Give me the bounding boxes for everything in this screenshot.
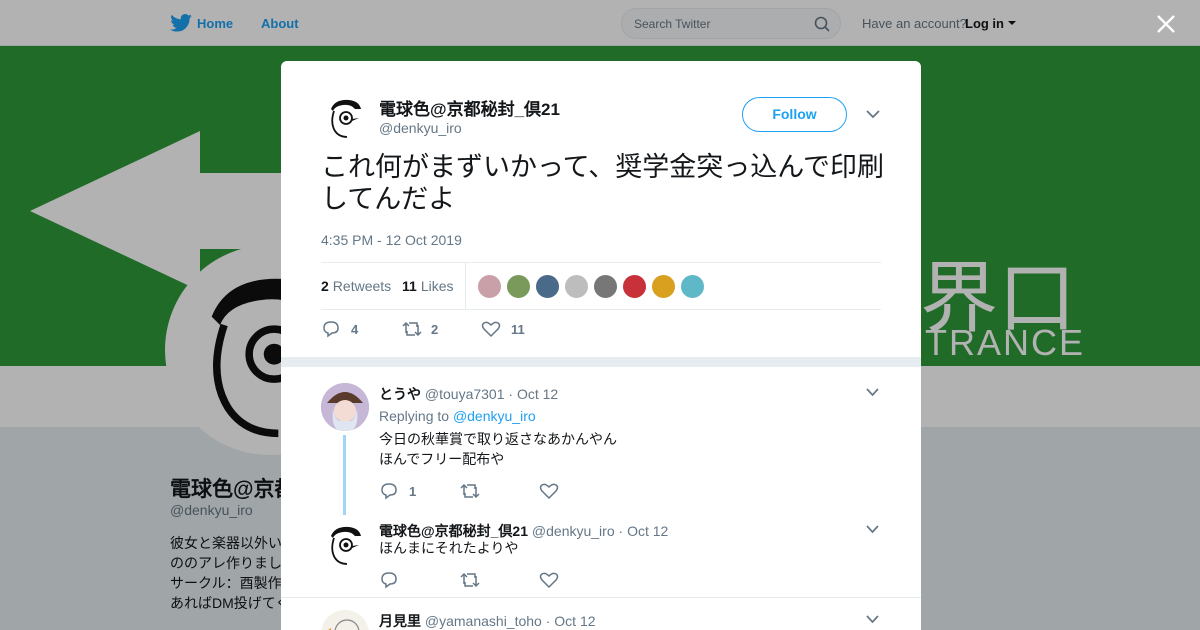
author-avatar[interactable] xyxy=(321,93,369,141)
tweet-modal: 電球色@京都秘封_倶21 @denkyu_iro Follow これ何がまずいか… xyxy=(281,61,921,630)
retweets-label: Retweets xyxy=(332,278,392,294)
chevron-down-icon[interactable] xyxy=(866,109,880,119)
reply-author-name[interactable]: 電球色@京都秘封_倶21 xyxy=(379,523,528,539)
replying-prefix: Replying to xyxy=(379,408,450,424)
replying-to-link[interactable]: @denkyu_iro xyxy=(453,408,536,424)
like-count: 11 xyxy=(511,322,525,337)
reply-icon xyxy=(323,321,339,338)
reply-author-name[interactable]: 月見里 xyxy=(379,613,421,629)
retweet-count: 2 xyxy=(431,322,439,337)
liker-avatar[interactable] xyxy=(564,274,589,299)
liker-avatar[interactable] xyxy=(680,274,705,299)
reply-icon xyxy=(381,572,397,589)
reply-avatar[interactable] xyxy=(321,610,369,630)
reply-author-handle[interactable]: @yamanashi_toho xyxy=(425,613,542,629)
reply-date[interactable]: Oct 12 xyxy=(627,523,668,539)
author-name[interactable]: 電球色@京都秘封_倶21 xyxy=(379,95,560,120)
reply-avatar[interactable] xyxy=(321,383,369,431)
liker-avatar[interactable] xyxy=(535,274,560,299)
tweet-text: これ何がまずいかって、奨学金突っ込んで印刷してんだよ xyxy=(321,152,884,214)
reply-count: 1 xyxy=(409,484,417,499)
retweet-icon xyxy=(460,483,480,499)
reply-dot: · xyxy=(508,386,514,402)
heart-icon xyxy=(539,483,559,500)
reply-dot: · xyxy=(618,523,624,539)
reply-author-name[interactable]: とうや xyxy=(379,386,421,402)
retweets-count: 2 xyxy=(321,278,329,294)
retweets-stat[interactable]: 2 Retweets xyxy=(321,278,391,294)
follow-button[interactable]: Follow xyxy=(742,97,847,132)
reply-text-line: 今日の秋華賞で取り返さなあかんやん xyxy=(379,431,617,447)
reply-date[interactable]: Oct 12 xyxy=(517,386,558,402)
reply-tweet[interactable]: 電球色@京都秘封_倶21 @denkyu_iro · Oct 12 ほんまにそれ… xyxy=(321,520,881,596)
reply-count: 4 xyxy=(351,322,359,337)
close-icon[interactable] xyxy=(1156,14,1176,34)
likes-stat[interactable]: 11 Likes xyxy=(402,278,454,294)
reply-separator xyxy=(281,597,921,598)
retweet-icon xyxy=(402,321,422,337)
tweet-stats: 2 Retweets 11 Likes xyxy=(321,262,881,310)
penguin-avatar-icon xyxy=(331,99,361,138)
chevron-down-icon[interactable] xyxy=(866,388,879,397)
section-divider xyxy=(281,357,921,367)
chevron-down-icon[interactable] xyxy=(866,615,879,624)
chevron-down-icon[interactable] xyxy=(866,525,879,534)
tweet-timestamp[interactable]: 4:35 PM - 12 Oct 2019 xyxy=(321,232,462,248)
retweet-icon xyxy=(460,572,480,588)
author-handle[interactable]: @denkyu_iro xyxy=(379,120,462,136)
liker-avatar[interactable] xyxy=(622,274,647,299)
replying-to: Replying to @denkyu_iro xyxy=(379,408,536,424)
heart-icon xyxy=(539,572,559,589)
reply-avatar[interactable] xyxy=(321,520,369,568)
liker-avatar[interactable] xyxy=(593,274,618,299)
heart-icon xyxy=(481,321,501,338)
reply-author-handle[interactable]: @touya7301 xyxy=(425,386,505,402)
reply-text-line: ほんまにそれたよりや xyxy=(379,540,519,556)
reply-icon xyxy=(381,483,397,500)
thread-line xyxy=(343,435,346,515)
likes-label: Likes xyxy=(420,278,454,294)
reply-date[interactable]: Oct 12 xyxy=(554,613,595,629)
reply-author-handle[interactable]: @denkyu_iro xyxy=(532,523,615,539)
stats-divider xyxy=(465,263,466,310)
liker-avatar[interactable] xyxy=(506,274,531,299)
likes-count: 11 xyxy=(402,278,417,294)
liker-avatar[interactable] xyxy=(651,274,676,299)
reply-text: ほんまにそれたよりや xyxy=(379,538,518,558)
reply-header: とうや @touya7301 · Oct 12 xyxy=(379,384,558,404)
user-photo-icon xyxy=(321,383,369,431)
reply-dot: · xyxy=(545,613,551,629)
reply-header: 月見里 @yamanashi_toho · Oct 12 xyxy=(379,611,596,630)
liker-avatar[interactable] xyxy=(477,274,502,299)
reply-text-line: ほんでフリー配布や xyxy=(379,451,505,467)
penguin-avatar-icon xyxy=(331,526,361,565)
reply-tweet[interactable]: 月見里 @yamanashi_toho · Oct 12 xyxy=(321,610,881,630)
reply-text: 今日の秋華賞で取り返さなあかんやん ほんでフリー配布や xyxy=(379,429,617,469)
reply-tweet[interactable]: とうや @touya7301 · Oct 12 Replying to @den… xyxy=(321,383,881,515)
user-drawing-icon xyxy=(321,610,369,630)
